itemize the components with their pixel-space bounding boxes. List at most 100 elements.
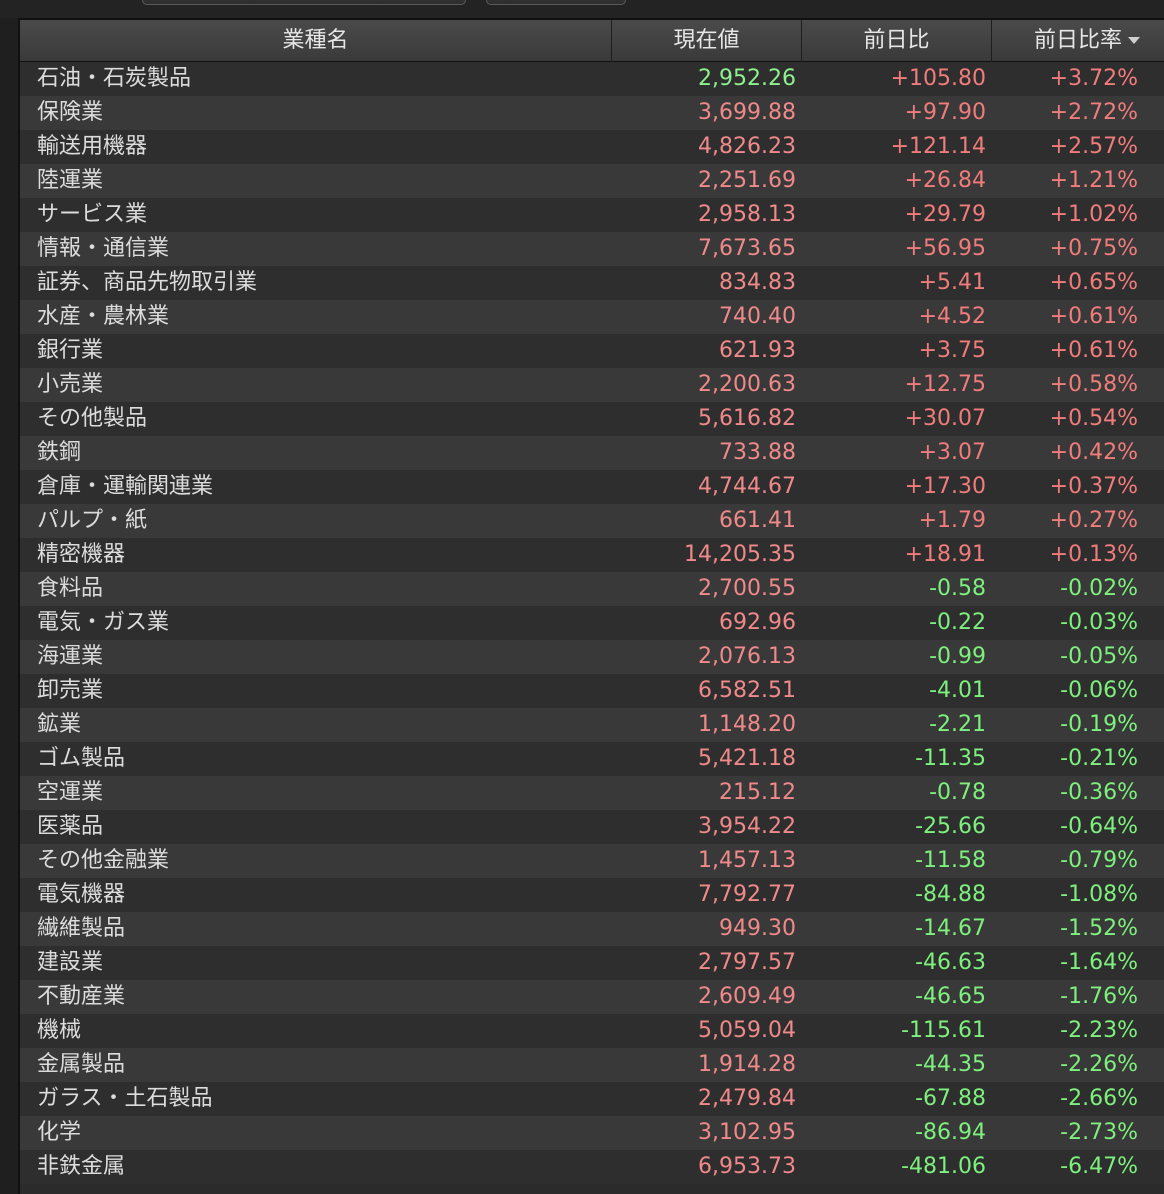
sector-name-cell: 金属製品 [37,1052,126,1077]
column-header-change[interactable]: 前日比 [802,20,992,62]
table-row[interactable]: 陸運業 2,251.69 +26.84 +1.21% [20,164,1164,198]
sector-name-cell: 倉庫・運輸関連業 [37,474,214,499]
sector-name-cell: その他金融業 [37,848,170,873]
change-cell: +29.79 [904,202,986,227]
current-value-cell: 2,700.55 [698,576,796,601]
current-value-cell: 3,954.22 [698,814,796,839]
change-rate-cell: -0.36% [1060,780,1138,805]
change-rate-cell: -0.02% [1060,576,1138,601]
change-cell: +97.90 [904,100,986,125]
change-rate-cell: +1.21% [1049,168,1138,193]
table-row[interactable]: その他製品 5,616.82 +30.07 +0.54% [20,402,1164,436]
table-row[interactable]: その他金融業 1,457.13 -11.58 -0.79% [20,844,1164,878]
table-row[interactable]: 石油・石炭製品 2,952.26 +105.80 +3.72% [20,62,1164,96]
table-row[interactable]: パルプ・紙 661.41 +1.79 +0.27% [20,504,1164,538]
change-rate-cell: -0.64% [1060,814,1138,839]
change-rate-cell: +0.75% [1049,236,1138,261]
change-cell: -46.63 [915,950,986,975]
table-row[interactable]: サービス業 2,958.13 +29.79 +1.02% [20,198,1164,232]
change-cell: -25.66 [915,814,986,839]
current-value-cell: 4,826.23 [698,134,796,159]
change-rate-cell: +2.57% [1049,134,1138,159]
change-rate-cell: -0.03% [1060,610,1138,635]
table-row[interactable]: 証券、商品先物取引業 834.83 +5.41 +0.65% [20,266,1164,300]
change-cell: +1.79 [918,508,986,533]
table-row[interactable]: 機械 5,059.04 -115.61 -2.23% [20,1014,1164,1048]
table-row[interactable]: 小売業 2,200.63 +12.75 +0.58% [20,368,1164,402]
sector-name-cell: パルプ・紙 [37,508,148,533]
current-value-cell: 4,744.67 [698,474,796,499]
column-header-current-value[interactable]: 現在値 [612,20,802,62]
column-header-sector-name[interactable]: 業種名 [20,20,612,62]
table-row[interactable]: 金属製品 1,914.28 -44.35 -2.26% [20,1048,1164,1082]
sector-name-cell: 海運業 [37,644,104,669]
change-cell: +4.52 [918,304,986,329]
change-rate-cell: +3.72% [1049,66,1138,91]
table-row[interactable]: 電気・ガス業 692.96 -0.22 -0.03% [20,606,1164,640]
table-row[interactable]: 不動産業 2,609.49 -46.65 -1.76% [20,980,1164,1014]
table-row[interactable]: ガラス・土石製品 2,479.84 -67.88 -2.66% [20,1082,1164,1116]
change-rate-cell: +0.13% [1049,542,1138,567]
table-row[interactable]: 倉庫・運輸関連業 4,744.67 +17.30 +0.37% [20,470,1164,504]
change-rate-cell: -0.06% [1060,678,1138,703]
sector-name-cell: 電気機器 [37,882,126,907]
sector-name-cell: 保険業 [37,100,104,125]
current-value-cell: 692.96 [719,610,796,635]
change-cell: -11.58 [915,848,986,873]
table-row[interactable]: 電気機器 7,792.77 -84.88 -1.08% [20,878,1164,912]
table-row[interactable]: 化学 3,102.95 -86.94 -2.73% [20,1116,1164,1150]
current-value-cell: 5,059.04 [698,1018,796,1043]
sector-table: 業種名 現在値 前日比 前日比率 石油・石炭製品 2,952.26 +105.80 +… [18,18,1164,1194]
top-toolbar-strip [0,0,1164,18]
sector-name-cell: 電気・ガス業 [37,610,170,635]
table-row[interactable]: 精密機器 14,205.35 +18.91 +0.13% [20,538,1164,572]
change-cell: +17.30 [904,474,986,499]
current-value-cell: 7,673.65 [698,236,796,261]
table-row[interactable]: 建設業 2,797.57 -46.63 -1.64% [20,946,1164,980]
change-rate-cell: -6.47% [1060,1154,1138,1179]
change-cell: -0.22 [929,610,986,635]
change-cell: -0.78 [929,780,986,805]
change-cell: -44.35 [915,1052,986,1077]
table-row[interactable]: 銀行業 621.93 +3.75 +0.61% [20,334,1164,368]
change-rate-cell: -0.19% [1060,712,1138,737]
table-row[interactable]: 保険業 3,699.88 +97.90 +2.72% [20,96,1164,130]
sort-descending-icon[interactable] [1128,37,1140,44]
sector-name-cell: 建設業 [37,950,104,975]
change-cell: -84.88 [915,882,986,907]
table-row[interactable]: 医薬品 3,954.22 -25.66 -0.64% [20,810,1164,844]
change-rate-cell: +1.02% [1049,202,1138,227]
change-rate-cell: -1.08% [1060,882,1138,907]
table-row[interactable]: 繊維製品 949.30 -14.67 -1.52% [20,912,1164,946]
current-value-cell: 5,421.18 [698,746,796,771]
toolbar-button-left[interactable] [142,0,466,5]
table-row[interactable]: 水産・農林業 740.40 +4.52 +0.61% [20,300,1164,334]
change-rate-cell: -2.23% [1060,1018,1138,1043]
sector-name-cell: 石油・石炭製品 [37,66,192,91]
sector-name-cell: 機械 [37,1018,82,1043]
change-rate-cell: +0.54% [1049,406,1138,431]
table-row[interactable]: 輸送用機器 4,826.23 +121.14 +2.57% [20,130,1164,164]
sector-name-cell: 鉄鋼 [37,440,82,465]
table-row[interactable]: 空運業 215.12 -0.78 -0.36% [20,776,1164,810]
table-row[interactable]: 鉱業 1,148.20 -2.21 -0.19% [20,708,1164,742]
table-row[interactable]: 鉄鋼 733.88 +3.07 +0.42% [20,436,1164,470]
current-value-cell: 1,457.13 [698,848,796,873]
table-row[interactable]: 非鉄金属 6,953.73 -481.06 -6.47% [20,1150,1164,1184]
table-row[interactable]: 情報・通信業 7,673.65 +56.95 +0.75% [20,232,1164,266]
change-cell: -14.67 [915,916,986,941]
current-value-cell: 5,616.82 [698,406,796,431]
table-row[interactable]: ゴム製品 5,421.18 -11.35 -0.21% [20,742,1164,776]
toolbar-button-right[interactable] [486,0,626,5]
current-value-cell: 733.88 [719,440,796,465]
sector-name-cell: 情報・通信業 [37,236,170,261]
table-row[interactable]: 食料品 2,700.55 -0.58 -0.02% [20,572,1164,606]
column-header-change-rate[interactable]: 前日比率 [992,20,1164,62]
sector-name-cell: 銀行業 [37,338,104,363]
change-rate-cell: -1.76% [1060,984,1138,1009]
table-row[interactable]: 卸売業 6,582.51 -4.01 -0.06% [20,674,1164,708]
table-row[interactable]: 海運業 2,076.13 -0.99 -0.05% [20,640,1164,674]
current-value-cell: 2,797.57 [698,950,796,975]
change-cell: +26.84 [904,168,986,193]
change-rate-cell: -0.79% [1060,848,1138,873]
